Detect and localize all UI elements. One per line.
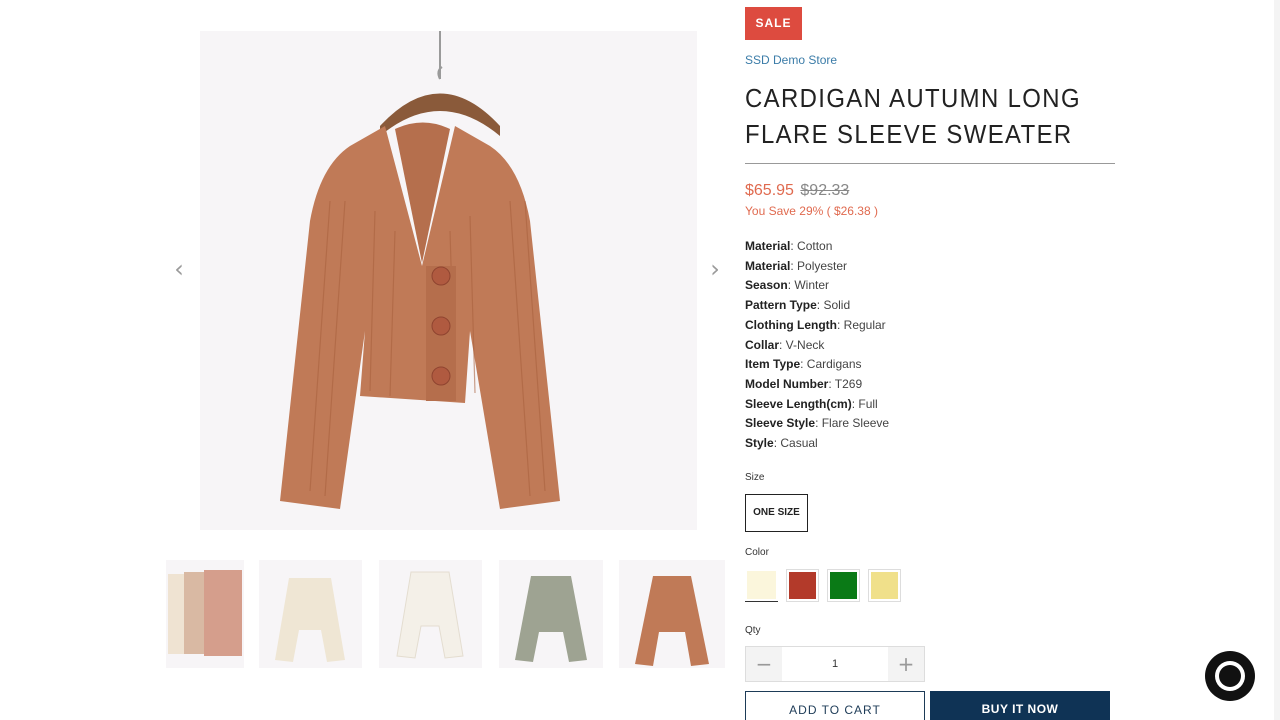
spec-row: Sleeve Style: Flare Sleeve <box>745 414 889 434</box>
spec-key: Sleeve Length(cm) <box>745 396 852 411</box>
spec-key: Sleeve Style <box>745 416 816 431</box>
gallery-next-icon[interactable]: › <box>705 256 725 282</box>
qty-plus-button[interactable]: + <box>888 647 924 681</box>
spec-value: : Polyester <box>790 258 848 273</box>
cardigan-thumb-image <box>635 576 709 666</box>
color-swatch-cream[interactable] <box>745 569 778 602</box>
swatch-fill <box>871 572 898 599</box>
thumbnail-3[interactable] <box>379 560 482 668</box>
add-to-cart-button[interactable]: ADD TO CART <box>745 691 925 720</box>
qty-input[interactable] <box>782 647 888 681</box>
thumbnail-2[interactable] <box>259 560 362 668</box>
vendor-link[interactable]: SSD Demo Store <box>745 53 837 67</box>
spec-row: Clothing Length: Regular <box>745 316 889 336</box>
title-divider <box>745 163 1115 164</box>
quantity-stepper: − + <box>745 646 925 682</box>
spec-value: : Cardigans <box>800 357 862 372</box>
spec-value: : Regular <box>836 317 886 332</box>
spec-key: Item Type <box>745 357 801 372</box>
swatch-fill <box>830 572 857 599</box>
spec-key: Clothing Length <box>745 317 837 332</box>
color-label: Color <box>745 547 769 558</box>
chat-icon-center <box>1219 665 1241 687</box>
thumbnail-4[interactable] <box>499 560 603 668</box>
spec-key: Style <box>745 436 774 451</box>
original-price: $92.33 <box>800 182 850 199</box>
price-row: $65.95 $92.33 <box>745 182 849 200</box>
spec-value: : T269 <box>828 376 863 391</box>
spec-value: : Full <box>851 396 878 411</box>
spec-row: Pattern Type: Solid <box>745 296 889 316</box>
main-product-image[interactable] <box>200 31 697 530</box>
gallery-prev-icon[interactable]: ‹ <box>169 256 189 282</box>
spec-row: Season: Winter <box>745 276 889 296</box>
cardigan-thumb-image <box>168 570 242 656</box>
spec-row: Sleeve Length(cm): Full <box>745 395 889 415</box>
size-label: Size <box>745 472 765 483</box>
color-swatch-red[interactable] <box>786 569 819 602</box>
swatch-fill <box>747 571 776 599</box>
spec-row: Material: Cotton <box>745 237 889 257</box>
cardigan-image <box>280 31 560 509</box>
spec-row: Model Number: T269 <box>745 375 889 395</box>
spec-key: Collar <box>745 337 780 352</box>
product-page: ‹ › SALE SSD Demo Store CARDIGAN AUTUMN … <box>0 0 1280 720</box>
spec-value: : Winter <box>787 278 830 293</box>
spec-value: : Solid <box>816 298 851 313</box>
qty-label: Qty <box>745 625 761 636</box>
spec-key: Material <box>745 258 791 273</box>
thumbnail-5[interactable] <box>619 560 725 668</box>
product-specs: Material: Cotton Material: Polyester Sea… <box>745 237 889 454</box>
current-price: $65.95 <box>745 182 794 199</box>
chat-icon[interactable] <box>1205 651 1255 701</box>
swatch-fill <box>789 572 816 599</box>
spec-value: : V-Neck <box>779 337 825 352</box>
spec-row: Material: Polyester <box>745 257 889 277</box>
spec-row: Item Type: Cardigans <box>745 355 889 375</box>
color-swatch-green[interactable] <box>827 569 860 602</box>
spec-key: Season <box>745 278 788 293</box>
cardigan-thumb-image <box>396 571 464 659</box>
spec-row: Style: Casual <box>745 434 889 454</box>
cardigan-thumb-image <box>275 578 345 662</box>
size-option-one-size[interactable]: ONE SIZE <box>745 494 808 532</box>
thumbnail-strip <box>166 555 726 670</box>
sale-badge: SALE <box>745 7 802 40</box>
product-title: CARDIGAN AUTUMN LONG FLARE SLEEVE SWEATE… <box>745 83 1081 149</box>
spec-value: : Cotton <box>790 239 833 253</box>
spec-key: Model Number <box>745 376 829 391</box>
buy-it-now-button[interactable]: BUY IT NOW <box>930 691 1110 720</box>
savings-text: You Save 29% ( $26.38 ) <box>745 204 878 218</box>
spec-key: Material <box>745 239 791 253</box>
spec-key: Pattern Type <box>745 298 817 313</box>
color-swatch-yellow[interactable] <box>868 569 901 602</box>
qty-minus-button[interactable]: − <box>746 647 782 681</box>
thumbnail-1[interactable] <box>166 560 244 668</box>
spec-value: : Flare Sleeve <box>815 416 890 431</box>
spec-row: Collar: V-Neck <box>745 336 889 356</box>
cardigan-thumb-image <box>515 576 587 662</box>
page-scrollbar[interactable] <box>1274 0 1280 720</box>
spec-value: : Casual <box>773 436 818 451</box>
